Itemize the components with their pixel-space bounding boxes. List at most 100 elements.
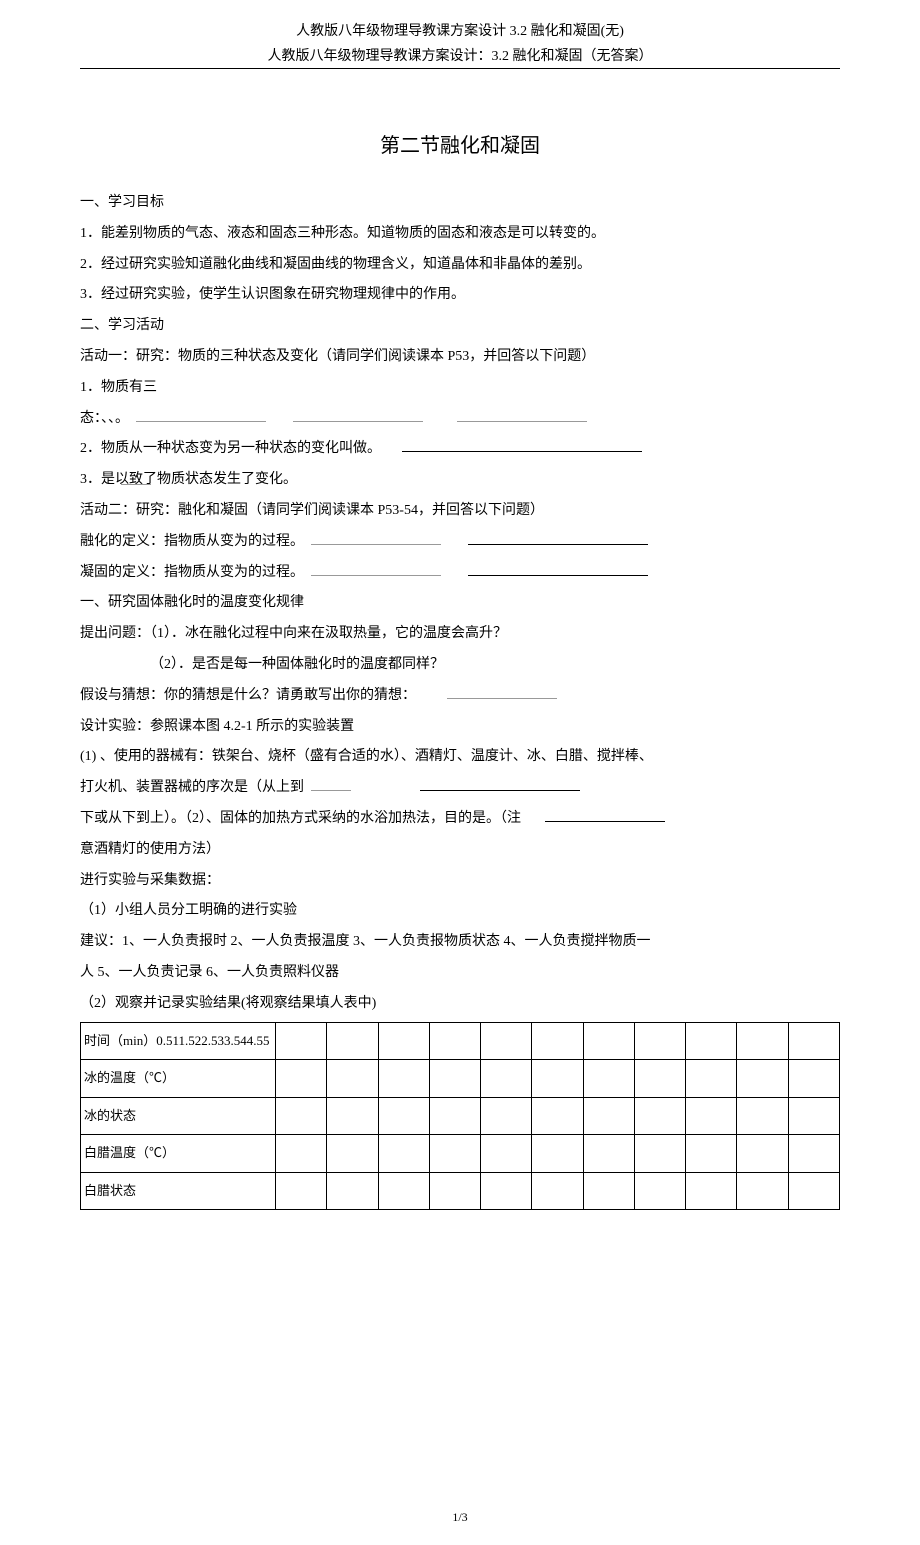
q1b-text: 态：、、。 [80, 411, 129, 426]
cell-empty [634, 1022, 685, 1060]
cell-empty [788, 1022, 839, 1060]
activity2-title: 活动二：研究：融化和凝固（请同学们阅读课本 P53-54，并回答以下问题） [80, 496, 840, 527]
question-1: 提出问题：（1）．冰在融化过程中向来在汲取热量，它的温度会高升？ [80, 619, 840, 650]
table-row: 时间（min）0.511.522.533.544.55 [81, 1022, 840, 1060]
cell-empty [481, 1060, 532, 1098]
cell-ice-state-label: 冰的状态 [81, 1097, 276, 1135]
main-title: 第二节融化和凝固 [80, 129, 840, 158]
question-2: （2）．是否是每一种固体融化时的温度都同样？ [80, 650, 840, 681]
blank-line [468, 562, 648, 576]
suggest-1: 建议：1、一人负责报时 2、一人负责报温度 3、一人负责报物质状态 4、一人负责… [80, 927, 840, 958]
cell-empty [429, 1060, 480, 1098]
cell-empty [788, 1172, 839, 1210]
page-number: 1/3 [80, 1510, 840, 1525]
cell-empty [583, 1135, 634, 1173]
cell-empty [737, 1097, 788, 1135]
cell-empty [429, 1022, 480, 1060]
cell-empty [788, 1097, 839, 1135]
cell-empty [686, 1135, 737, 1173]
blank-line [447, 685, 557, 699]
cell-empty [378, 1172, 429, 1210]
table-row: 白腊温度（℃） [81, 1135, 840, 1173]
cell-empty [634, 1060, 685, 1098]
equip-1: (1) 、使用的器械有：铁架台、烧杯（盛有合适的水）、酒精灯、温度计、冰、白腊、… [80, 742, 840, 773]
cell-empty [686, 1022, 737, 1060]
cell-empty [532, 1172, 583, 1210]
activity1-q2: 2．物质从一种状态变为另一种状态的变化叫做。 [80, 434, 840, 465]
cell-empty [788, 1060, 839, 1098]
cell-empty [276, 1060, 327, 1098]
cell-empty [634, 1097, 685, 1135]
cell-empty [276, 1097, 327, 1135]
cell-empty [276, 1172, 327, 1210]
equip-4: 意酒精灯的使用方法） [80, 835, 840, 866]
cell-empty [583, 1022, 634, 1060]
blank-line [121, 471, 151, 485]
blank-line [468, 531, 648, 545]
cell-empty [481, 1135, 532, 1173]
cell-empty [532, 1097, 583, 1135]
blank-line [420, 777, 580, 791]
data-table: 时间（min）0.511.522.533.544.55 冰的温度（℃） [80, 1022, 840, 1211]
cell-empty [532, 1022, 583, 1060]
cell-empty [583, 1060, 634, 1098]
cell-empty [686, 1172, 737, 1210]
cell-empty [276, 1135, 327, 1173]
blank-line [545, 808, 665, 822]
suggest-2: 人 5、一人负责记录 6、一人负责照料仪器 [80, 958, 840, 989]
def1-text: 融化的定义：指物质从变为的过程。 [80, 534, 304, 549]
cell-empty [378, 1022, 429, 1060]
cell-empty [327, 1172, 378, 1210]
equip2-text: 打火机、装置器械的序次是（从上到 [80, 780, 304, 795]
cell-empty [532, 1135, 583, 1173]
header-title: 人教版八年级物理导教课方案设计 3.2 融化和凝固(无) [80, 20, 840, 40]
blank-line [311, 531, 441, 545]
def-melting: 融化的定义：指物质从变为的过程。 [80, 527, 840, 558]
cell-time-label: 时间（min）0.511.522.533.544.55 [81, 1022, 276, 1060]
cell-empty [429, 1172, 480, 1210]
table-row: 冰的状态 [81, 1097, 840, 1135]
cell-empty [788, 1135, 839, 1173]
blank-line [402, 438, 642, 452]
objective-1: 1．能差别物质的气态、液态和固态三种形态。知道物质的固态和液态是可以转变的。 [80, 219, 840, 250]
cell-wax-state-label: 白腊状态 [81, 1172, 276, 1210]
equip-2: 打火机、装置器械的序次是（从上到 [80, 773, 840, 804]
step-1: （1）小组人员分工明确的进行实验 [80, 896, 840, 927]
activity1-title: 活动一：研究：物质的三种状态及变化（请同学们阅读课本 P53，并回答以下问题） [80, 342, 840, 373]
sub-heading-1: 一、研究固体融化时的温度变化规律 [80, 588, 840, 619]
cell-empty [737, 1135, 788, 1173]
cell-empty [276, 1022, 327, 1060]
cell-empty [327, 1135, 378, 1173]
step-2: （2）观察并记录实验结果(将观察结果填人表中) [80, 989, 840, 1020]
cell-empty [378, 1135, 429, 1173]
activity1-q1b: 态：、、。 [80, 404, 840, 435]
blank-line [311, 562, 441, 576]
section1-heading: 一、学习目标 [80, 188, 840, 219]
cell-empty [737, 1172, 788, 1210]
cell-empty [686, 1060, 737, 1098]
content-body: 一、学习目标 1．能差别物质的气态、液态和固态三种形态。知道物质的固态和液态是可… [80, 188, 840, 1210]
cell-empty [481, 1097, 532, 1135]
section2-heading: 二、学习活动 [80, 311, 840, 342]
q3-text: 3．是以致了物质状态发生了变化。 [80, 472, 297, 487]
cell-empty [481, 1022, 532, 1060]
cell-empty [634, 1135, 685, 1173]
blank-line [457, 408, 587, 422]
cell-empty [686, 1097, 737, 1135]
table-row: 冰的温度（℃） [81, 1060, 840, 1098]
table-row: 白腊状态 [81, 1172, 840, 1210]
cell-empty [583, 1097, 634, 1135]
cell-empty [327, 1022, 378, 1060]
collect-data: 进行实验与采集数据： [80, 866, 840, 897]
blank-line [293, 408, 423, 422]
header-divider [80, 68, 840, 69]
cell-empty [737, 1022, 788, 1060]
cell-empty [481, 1172, 532, 1210]
cell-empty [583, 1172, 634, 1210]
q2-text: 2．物质从一种状态变为另一种状态的变化叫做。 [80, 441, 381, 456]
cell-empty [378, 1060, 429, 1098]
equip-3: 下或从下到上）。（2）、固体的加热方式采纳的水浴加热法，目的是。（注 [80, 804, 840, 835]
hypothesis-text: 假设与猜想：你的猜想是什么？请勇敢写出你的猜想： [80, 688, 416, 703]
cell-empty [327, 1060, 378, 1098]
blank-line [136, 408, 266, 422]
